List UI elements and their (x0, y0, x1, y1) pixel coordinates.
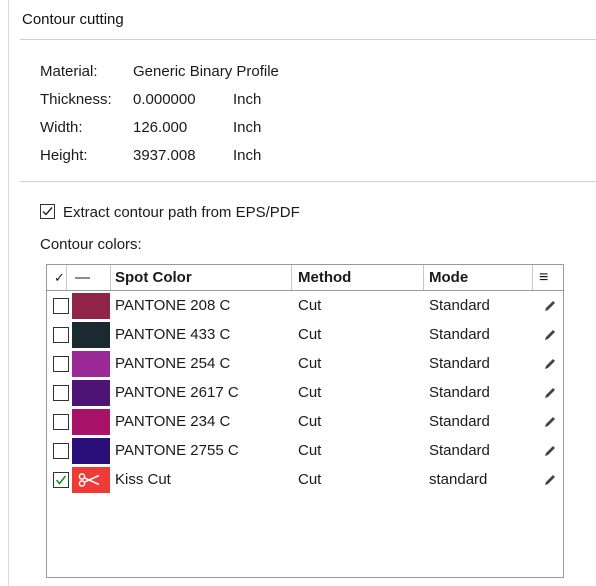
color-swatch (72, 409, 110, 435)
pencil-icon[interactable] (543, 415, 557, 429)
pencil-icon[interactable] (543, 357, 557, 371)
table-row[interactable]: PANTONE 433 C Cut Standard (47, 321, 563, 349)
extract-contour-checkbox[interactable] (40, 204, 55, 219)
mode-value[interactable]: Standard (429, 408, 490, 436)
material-value: Generic Binary Profile (133, 63, 279, 80)
column-menu-icon[interactable]: ≡ (539, 265, 548, 290)
column-divider (110, 265, 111, 290)
checkmark-icon (42, 207, 53, 216)
table-row[interactable]: PANTONE 2755 C Cut Standard (47, 437, 563, 465)
spot-color-name: PANTONE 254 C (115, 355, 231, 372)
width-unit: Inch (233, 119, 262, 136)
header-color[interactable]: — (75, 265, 90, 290)
method-value[interactable]: Cut (298, 350, 321, 378)
column-divider (423, 265, 424, 290)
pencil-icon[interactable] (543, 299, 557, 313)
thickness-value: 0.000000 (133, 91, 196, 108)
section-title: Contour cutting (22, 11, 124, 28)
mode-value[interactable]: Standard (429, 437, 490, 465)
spot-color-name: PANTONE 433 C (115, 326, 231, 343)
scissors-icon (78, 473, 100, 487)
section-divider (20, 39, 596, 40)
spot-color-name: Kiss Cut (115, 471, 171, 488)
material-label: Material: (40, 63, 98, 80)
table-row[interactable]: PANTONE 2617 C Cut Standard (47, 379, 563, 407)
row-checkbox[interactable] (53, 298, 69, 314)
table-row[interactable]: PANTONE 208 C Cut Standard (47, 292, 563, 320)
method-value[interactable]: Cut (298, 466, 321, 494)
method-value[interactable]: Cut (298, 437, 321, 465)
column-divider (291, 265, 292, 290)
color-swatch (72, 438, 110, 464)
properties-divider (20, 181, 596, 182)
pencil-icon[interactable] (543, 444, 557, 458)
mode-value[interactable]: Standard (429, 292, 490, 320)
table-header: ✓ — Spot Color Method Mode ≡ (47, 265, 563, 291)
header-check-all[interactable]: ✓ (54, 265, 65, 290)
row-checkbox[interactable] (53, 472, 69, 488)
table-row[interactable]: Kiss Cut Cut standard (47, 466, 563, 494)
table-row[interactable]: PANTONE 254 C Cut Standard (47, 350, 563, 378)
pencil-icon[interactable] (543, 328, 557, 342)
thickness-unit: Inch (233, 91, 262, 108)
method-value[interactable]: Cut (298, 321, 321, 349)
panel-left-border (8, 0, 9, 586)
width-label: Width: (40, 119, 83, 136)
spot-color-name: PANTONE 2617 C (115, 384, 239, 401)
row-checkbox[interactable] (53, 385, 69, 401)
color-swatch (72, 293, 110, 319)
extract-contour-label: Extract contour path from EPS/PDF (63, 204, 300, 221)
column-divider (66, 265, 67, 290)
row-checkbox[interactable] (53, 356, 69, 372)
color-swatch (72, 322, 110, 348)
spot-color-name: PANTONE 2755 C (115, 442, 239, 459)
method-value[interactable]: Cut (298, 379, 321, 407)
contour-colors-table: ✓ — Spot Color Method Mode ≡ PANTONE 208… (46, 264, 564, 578)
table-row[interactable]: PANTONE 234 C Cut Standard (47, 408, 563, 436)
mode-value[interactable]: Standard (429, 379, 490, 407)
method-value[interactable]: Cut (298, 408, 321, 436)
header-spot-color[interactable]: Spot Color (115, 265, 192, 290)
spot-color-name: PANTONE 234 C (115, 413, 231, 430)
pencil-icon[interactable] (543, 473, 557, 487)
height-unit: Inch (233, 147, 262, 164)
height-value: 3937.008 (133, 147, 196, 164)
thickness-label: Thickness: (40, 91, 112, 108)
header-mode[interactable]: Mode (429, 265, 468, 290)
checkmark-icon (55, 475, 67, 485)
row-checkbox[interactable] (53, 327, 69, 343)
mode-value[interactable]: Standard (429, 350, 490, 378)
width-value: 126.000 (133, 119, 188, 136)
color-swatch (72, 351, 110, 377)
mode-value[interactable]: standard (429, 466, 487, 494)
spot-color-name: PANTONE 208 C (115, 297, 231, 314)
row-checkbox[interactable] (53, 414, 69, 430)
row-checkbox[interactable] (53, 443, 69, 459)
height-label: Height: (40, 147, 88, 164)
column-divider (532, 265, 533, 290)
color-swatch (72, 467, 110, 493)
mode-value[interactable]: Standard (429, 321, 490, 349)
pencil-icon[interactable] (543, 386, 557, 400)
method-value[interactable]: Cut (298, 292, 321, 320)
contour-colors-label: Contour colors: (40, 236, 142, 253)
header-method[interactable]: Method (298, 265, 351, 290)
color-swatch (72, 380, 110, 406)
